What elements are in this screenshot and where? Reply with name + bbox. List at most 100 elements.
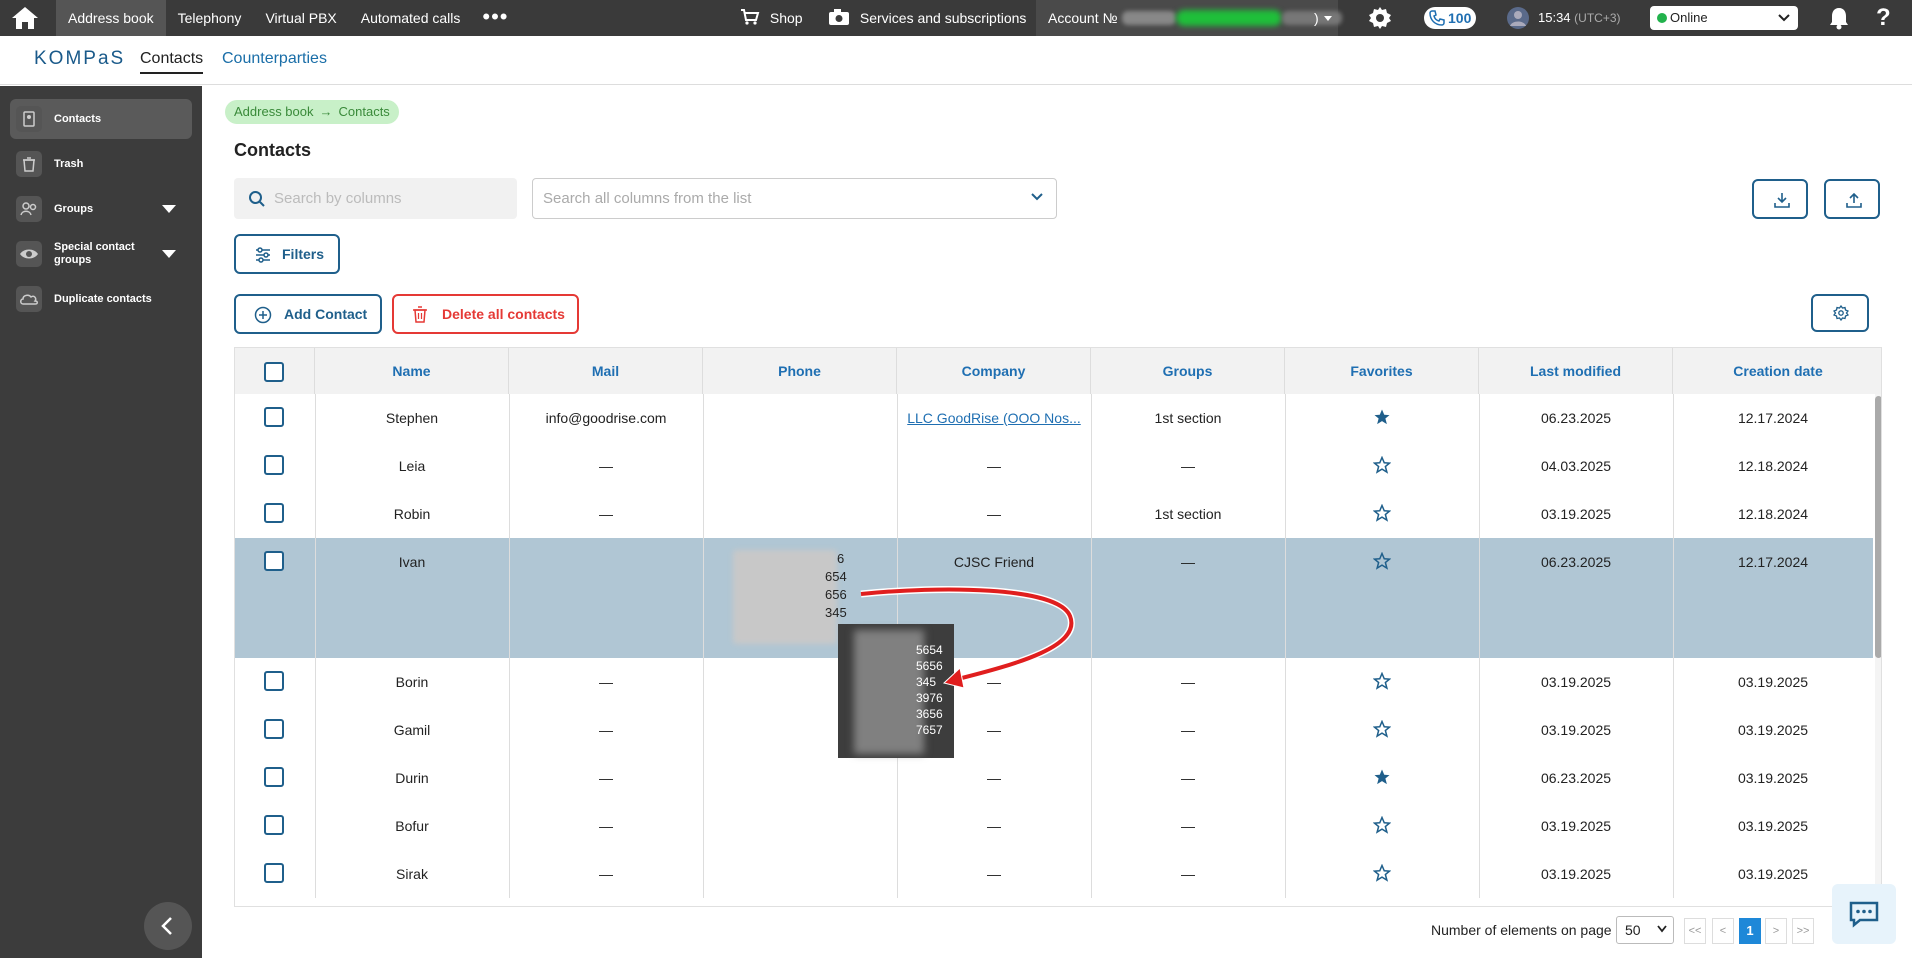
account-number-blur: [1122, 11, 1176, 25]
row-checkbox[interactable]: [264, 767, 284, 787]
cell-last-modified: 04.03.2025: [1540, 458, 1612, 474]
cloud-icon: [16, 286, 42, 312]
star-outline-icon[interactable]: [1372, 442, 1392, 490]
star-outline-icon[interactable]: [1372, 658, 1392, 706]
services-link[interactable]: Services and subscriptions: [828, 0, 1026, 36]
row-checkbox[interactable]: [264, 719, 284, 739]
cell-last-modified: 03.19.2025: [1540, 818, 1612, 834]
timezone-text: (UTC+3): [1574, 11, 1621, 25]
cell-mail: —: [599, 458, 613, 474]
status-value: Online: [1670, 10, 1708, 25]
page-first-button[interactable]: <<: [1684, 918, 1706, 944]
top-nav: Address book Telephony Virtual PBX Autom…: [56, 0, 519, 36]
row-checkbox[interactable]: [264, 503, 284, 523]
page-current-button[interactable]: 1: [1739, 918, 1761, 944]
row-checkbox[interactable]: [264, 863, 284, 883]
select-all-checkbox[interactable]: [264, 362, 284, 382]
table-row[interactable]: Stepheninfo@goodrise.com63LLC GoodRise (…: [235, 394, 1873, 442]
column-header-favorites[interactable]: Favorites: [1285, 348, 1479, 394]
page-last-button[interactable]: >>: [1792, 918, 1814, 944]
star-outline-icon[interactable]: [1372, 802, 1392, 850]
table-row[interactable]: Gamil — — — 03.19.2025 03.19.2025: [235, 706, 1873, 754]
bell-icon[interactable]: [1828, 6, 1850, 30]
nav-telephony[interactable]: Telephony: [166, 0, 254, 36]
table-row[interactable]: Sirak—8——03.19.202503.19.2025: [235, 850, 1873, 898]
star-filled-icon[interactable]: [1373, 754, 1391, 802]
caret-down-icon[interactable]: [162, 205, 176, 213]
table-row[interactable]: Robin—58—1st section03.19.202512.18.2024: [235, 490, 1873, 538]
sidebar-item-groups[interactable]: Groups: [10, 189, 192, 229]
sidebar-item-contacts[interactable]: Contacts: [10, 99, 192, 139]
row-checkbox[interactable]: [264, 455, 284, 475]
caret-down-icon[interactable]: [162, 250, 176, 258]
row-checkbox[interactable]: [264, 407, 284, 427]
nav-address-book[interactable]: Address book: [56, 0, 166, 36]
star-outline-icon[interactable]: [1372, 706, 1392, 754]
column-header-name[interactable]: Name: [315, 348, 509, 394]
export-button[interactable]: [1824, 179, 1880, 219]
breadcrumb-contacts[interactable]: Contacts: [339, 100, 390, 124]
column-divider: [703, 490, 704, 538]
shop-link[interactable]: Shop: [740, 0, 803, 36]
column-header-mail[interactable]: Mail: [509, 348, 703, 394]
add-contact-button[interactable]: Add Contact: [234, 294, 382, 334]
row-checkbox[interactable]: [264, 551, 284, 571]
help-icon[interactable]: ?: [1876, 0, 1891, 36]
table-row[interactable]: Bofur—6——03.19.202503.19.2025: [235, 802, 1873, 850]
per-page-select[interactable]: 50: [1616, 916, 1674, 944]
scrollbar-thumb[interactable]: [1875, 396, 1881, 658]
column-divider: [703, 754, 704, 802]
column-header-phone[interactable]: Phone: [703, 348, 897, 394]
sidebar-item-special-groups[interactable]: Special contact groups: [10, 234, 192, 274]
column-header-creation-date[interactable]: Creation date: [1673, 348, 1881, 394]
company-link[interactable]: LLC GoodRise (OOO Nos...: [907, 410, 1081, 426]
tab-contacts[interactable]: Contacts: [140, 50, 204, 74]
delete-all-button[interactable]: Delete all contacts: [392, 294, 579, 334]
nav-virtual-pbx[interactable]: Virtual PBX: [253, 0, 348, 36]
table-scrollbar[interactable]: [1875, 394, 1881, 906]
phone-icon: [1429, 10, 1445, 26]
chat-button[interactable]: [1832, 884, 1896, 944]
cell-groups: —: [1181, 554, 1195, 570]
star-outline-icon[interactable]: [1372, 490, 1392, 538]
column-header-groups[interactable]: Groups: [1091, 348, 1285, 394]
table-row[interactable]: Leia—56——04.03.202512.18.2024: [235, 442, 1873, 490]
calls-counter[interactable]: 100: [1424, 7, 1476, 29]
tab-counterparties[interactable]: Counterparties: [222, 50, 327, 68]
more-menu-icon[interactable]: •••: [472, 0, 518, 36]
chevron-left-icon: [161, 917, 172, 935]
sidebar-item-duplicates[interactable]: Duplicate contacts: [10, 279, 192, 319]
cell-groups: 1st section: [1154, 506, 1222, 522]
delete-all-label: Delete all contacts: [442, 306, 565, 322]
status-select[interactable]: Online: [1650, 6, 1798, 30]
account-selector[interactable]: Account № ): [1036, 0, 1342, 36]
column-divider: [703, 658, 704, 706]
breadcrumb-address-book[interactable]: Address book: [234, 100, 314, 124]
import-button[interactable]: [1752, 179, 1808, 219]
sidebar-collapse-button[interactable]: [144, 902, 192, 950]
page-next-button[interactable]: >: [1765, 918, 1787, 944]
column-search-select[interactable]: Search all columns from the list: [532, 178, 1057, 219]
clock: 15:34 (UTC+3): [1538, 0, 1621, 36]
sidebar-item-trash[interactable]: Trash: [10, 144, 192, 184]
table-row[interactable]: Durin—58——06.23.202503.19.2025: [235, 754, 1873, 802]
user-avatar[interactable]: [1506, 6, 1530, 30]
phone-line: 654: [825, 569, 847, 584]
row-checkbox[interactable]: [264, 815, 284, 835]
cell-last-modified: 03.19.2025: [1540, 674, 1612, 690]
star-outline-icon[interactable]: [1372, 538, 1392, 586]
row-checkbox[interactable]: [264, 671, 284, 691]
filters-button[interactable]: Filters: [234, 234, 340, 274]
star-outline-icon[interactable]: [1372, 850, 1392, 898]
column-divider: [703, 850, 704, 898]
nav-automated-calls[interactable]: Automated calls: [349, 0, 473, 36]
search-input[interactable]: [274, 178, 510, 219]
column-divider: [703, 442, 704, 490]
page-prev-button[interactable]: <: [1712, 918, 1734, 944]
table-settings-button[interactable]: [1811, 294, 1869, 332]
star-filled-icon[interactable]: [1373, 394, 1391, 442]
column-header-last-modified[interactable]: Last modified: [1479, 348, 1673, 394]
column-header-company[interactable]: Company: [897, 348, 1091, 394]
gear-icon[interactable]: [1368, 6, 1392, 30]
home-icon[interactable]: [10, 5, 44, 31]
